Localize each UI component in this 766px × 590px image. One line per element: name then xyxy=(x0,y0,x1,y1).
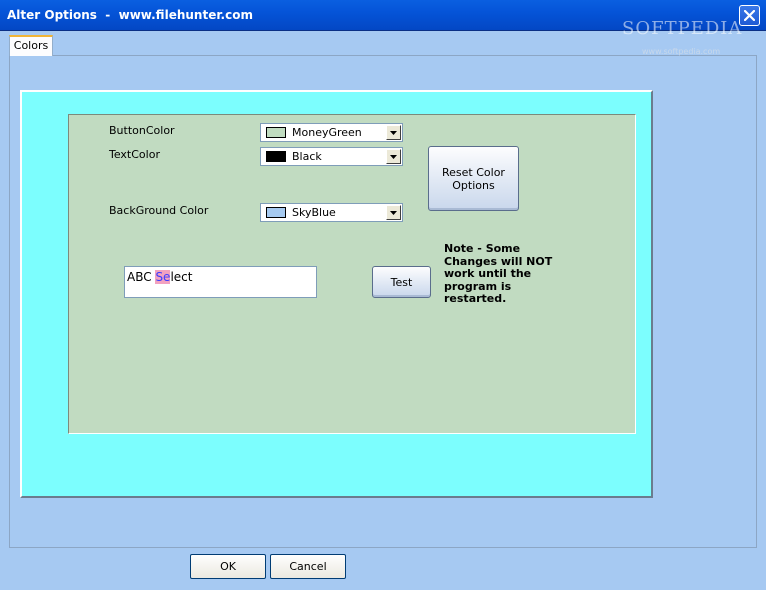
cancel-button-label: Cancel xyxy=(289,560,327,573)
watermark-url: www.softpedia.com xyxy=(642,47,721,56)
sample-text-selection: Se xyxy=(155,270,171,284)
reset-color-options-button[interactable]: Reset Color Options xyxy=(428,146,519,211)
close-button[interactable] xyxy=(739,5,760,26)
watermark: SOFTPEDIA xyxy=(622,18,743,39)
tab-colors[interactable]: Colors xyxy=(9,35,53,56)
ok-button[interactable]: OK xyxy=(190,554,266,579)
text-color-label: TextColor xyxy=(109,148,160,161)
background-color-value: SkyBlue xyxy=(292,206,336,219)
sample-text-input[interactable]: ABC Select xyxy=(124,266,317,298)
text-color-swatch xyxy=(266,151,286,162)
button-color-label: ButtonColor xyxy=(109,124,175,137)
dropdown-arrow-button[interactable] xyxy=(386,205,401,220)
close-icon xyxy=(744,10,755,21)
dropdown-arrow-button[interactable] xyxy=(386,149,401,164)
dropdown-arrow-button[interactable] xyxy=(386,125,401,140)
button-color-value: MoneyGreen xyxy=(292,126,362,139)
sample-text-rest: lect xyxy=(170,270,193,284)
test-button[interactable]: Test xyxy=(372,266,431,298)
background-color-select[interactable]: SkyBlue xyxy=(260,203,403,222)
background-color-swatch xyxy=(266,207,286,218)
test-button-label: Test xyxy=(390,275,413,289)
window-title: Alter Options - www.filehunter.com xyxy=(7,8,253,22)
text-color-select[interactable]: Black xyxy=(260,147,403,166)
sample-text: ABC Select xyxy=(127,270,192,284)
reset-button-label: Reset Color Options xyxy=(442,165,505,192)
restart-note: Note - Some Changes will NOT work until … xyxy=(444,242,553,305)
tab-label: Colors xyxy=(13,39,49,52)
text-color-value: Black xyxy=(292,150,322,163)
title-bar: Alter Options - www.filehunter.com SOFTP… xyxy=(0,0,766,39)
button-color-swatch xyxy=(266,127,286,138)
sample-text-normal: ABC xyxy=(127,270,156,284)
chevron-down-icon xyxy=(390,154,397,159)
background-color-label: BackGround Color xyxy=(109,204,209,217)
cancel-button[interactable]: Cancel xyxy=(270,554,346,579)
chevron-down-icon xyxy=(390,210,397,215)
chevron-down-icon xyxy=(390,130,397,135)
button-color-select[interactable]: MoneyGreen xyxy=(260,123,403,142)
ok-button-label: OK xyxy=(220,560,236,573)
